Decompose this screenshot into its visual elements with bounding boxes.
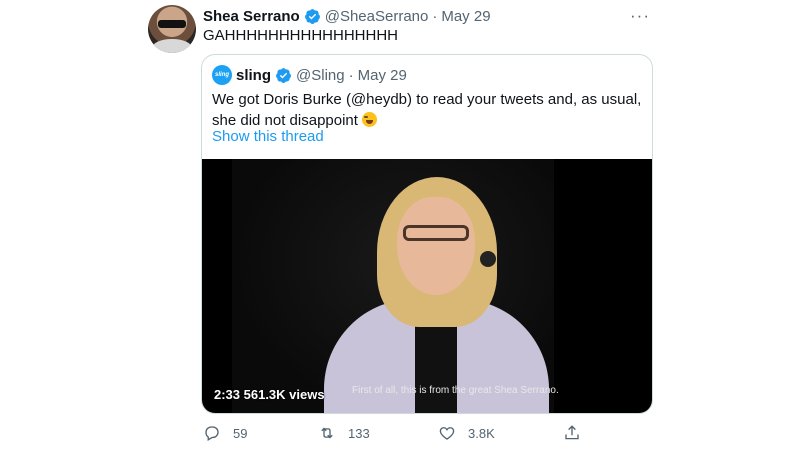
like-count: 3.8K — [468, 425, 495, 441]
quoted-tweet-text: We got Doris Burke (@heydb) to read your… — [212, 89, 642, 131]
reply-icon — [205, 426, 219, 441]
more-options-icon[interactable]: ··· — [630, 6, 650, 26]
quoted-tweet-header: sling sling @Sling · May 29 — [212, 65, 407, 85]
avatar-shirt — [152, 39, 192, 53]
verified-badge-icon — [304, 8, 320, 24]
author-name[interactable]: Shea Serrano — [203, 8, 300, 25]
tweet-header: Shea Serrano @SheaSerrano · May 29 — [203, 5, 491, 27]
reply-count: 59 — [233, 425, 248, 441]
quoted-tweet-body: We got Doris Burke (@heydb) to read your… — [212, 91, 642, 129]
retweet-button[interactable]: 133 — [318, 424, 370, 442]
quoted-author-handle[interactable]: @Sling — [296, 67, 345, 84]
quoted-tweet-date[interactable]: May 29 — [358, 67, 407, 84]
author-handle[interactable]: @SheaSerrano — [325, 8, 429, 25]
tweet-actions: 59 133 3.8K — [203, 424, 593, 444]
share-icon — [565, 425, 579, 440]
share-button[interactable] — [563, 424, 581, 442]
like-button[interactable]: 3.8K — [438, 424, 495, 442]
reply-button[interactable]: 59 — [203, 424, 247, 442]
tweet-date[interactable]: May 29 — [441, 8, 490, 25]
quoted-tweet[interactable]: sling sling @Sling · May 29 We got Doris… — [201, 54, 653, 414]
video-caption: First of all, this is from the great She… — [352, 385, 559, 396]
quoted-author-name[interactable]: sling — [236, 67, 271, 84]
retweet-count: 133 — [348, 425, 370, 441]
separator-dot: · — [432, 7, 438, 25]
tears-of-joy-emoji-icon — [362, 112, 378, 127]
video-duration-views: 2:33 561.3K views — [214, 387, 325, 402]
separator-dot: · — [348, 66, 354, 84]
avatar-sunglasses — [158, 20, 186, 28]
quoted-avatar[interactable]: sling — [212, 65, 232, 85]
video-frame: First of all, this is from the great She… — [232, 159, 559, 413]
video-person-glasses — [403, 225, 469, 241]
video-player[interactable]: First of all, this is from the great She… — [202, 159, 652, 413]
video-microphone — [480, 251, 496, 267]
tweet-text: GAHHHHHHHHHHHHHHHH — [203, 27, 398, 44]
tweet[interactable]: Shea Serrano @SheaSerrano · May 29 ··· G… — [140, 0, 670, 450]
heart-icon — [439, 427, 455, 440]
show-thread-link[interactable]: Show this thread — [212, 128, 324, 145]
video-person-face — [397, 197, 475, 295]
avatar[interactable] — [148, 5, 196, 53]
verified-badge-icon — [276, 67, 291, 83]
retweet-icon — [321, 427, 333, 439]
